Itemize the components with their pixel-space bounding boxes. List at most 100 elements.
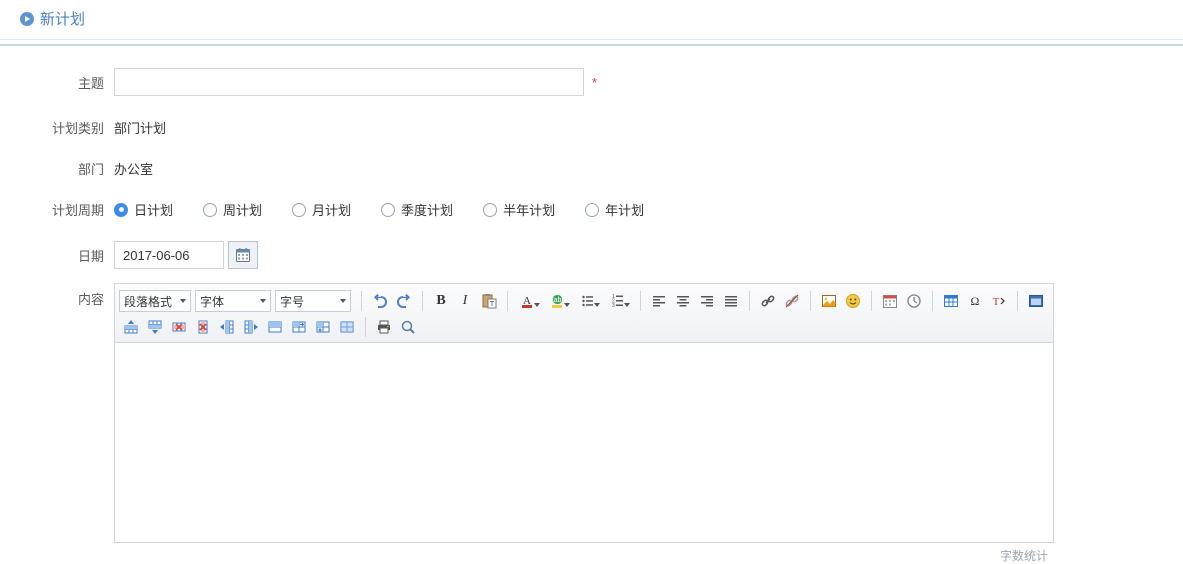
align-left-icon — [651, 293, 667, 309]
special-char-button[interactable]: Ω — [964, 290, 986, 312]
insert-date-button[interactable] — [879, 290, 901, 312]
insert-col-after-icon — [243, 319, 259, 335]
insert-image-button[interactable] — [818, 290, 840, 312]
omega-icon: Ω — [967, 293, 983, 309]
link-button[interactable] — [757, 290, 779, 312]
italic-button[interactable]: I — [454, 290, 476, 312]
period-radio-3[interactable]: 季度计划 — [381, 200, 453, 219]
word-count[interactable]: 字数统计 — [114, 543, 1054, 564]
merge-down-button[interactable] — [312, 316, 334, 338]
calendar-button[interactable] — [228, 241, 258, 269]
row-category: 计划类别 部门计划 — [0, 118, 1183, 137]
source-button[interactable]: T — [988, 290, 1010, 312]
date-input[interactable] — [114, 241, 224, 269]
period-radio-group: 日计划 周计划 月计划 季度计划 半年计划 年计划 — [114, 200, 644, 219]
editor-toolbar: 段落格式 字体 字号 B I T A ab 1 — [114, 283, 1054, 343]
insert-row-after-icon — [147, 319, 163, 335]
highlight-button[interactable]: ab — [545, 290, 573, 312]
separator — [871, 291, 872, 311]
print-button[interactable] — [373, 316, 395, 338]
font-color-icon: A — [521, 293, 537, 309]
table-icon — [943, 293, 959, 309]
radio-label: 半年计划 — [503, 200, 555, 219]
paste-plain-icon: T — [481, 293, 497, 309]
subject-input[interactable] — [114, 68, 584, 96]
radio-icon — [114, 203, 128, 217]
align-center-button[interactable] — [672, 290, 694, 312]
font-color-button[interactable]: A — [515, 290, 543, 312]
print-icon — [376, 319, 392, 335]
format-select[interactable]: 段落格式 — [119, 290, 191, 312]
delete-row-icon — [171, 319, 187, 335]
delete-col-button[interactable] — [192, 316, 214, 338]
insert-col-before-button[interactable] — [216, 316, 238, 338]
insert-col-before-icon — [219, 319, 235, 335]
label-category: 计划类别 — [20, 118, 114, 137]
align-right-button[interactable] — [696, 290, 718, 312]
svg-text:Ω: Ω — [971, 294, 980, 308]
align-left-button[interactable] — [648, 290, 670, 312]
svg-text:T: T — [993, 296, 1000, 308]
link-icon — [760, 293, 776, 309]
label-subject: 主题 — [20, 73, 114, 92]
unlink-button[interactable] — [781, 290, 803, 312]
radio-label: 周计划 — [223, 200, 262, 219]
period-radio-0[interactable]: 日计划 — [114, 200, 173, 219]
separator — [640, 291, 641, 311]
radio-label: 年计划 — [605, 200, 644, 219]
insert-table-button[interactable] — [940, 290, 962, 312]
separator — [422, 291, 423, 311]
redo-button[interactable] — [393, 290, 415, 312]
period-radio-2[interactable]: 月计划 — [292, 200, 351, 219]
insert-col-after-button[interactable] — [240, 316, 262, 338]
bold-button[interactable]: B — [430, 290, 452, 312]
insert-row-after-button[interactable] — [144, 316, 166, 338]
row-department: 部门 办公室 — [0, 159, 1183, 178]
insert-time-button[interactable] — [903, 290, 925, 312]
merge-right-icon — [291, 319, 307, 335]
unordered-list-button[interactable] — [575, 290, 603, 312]
split-cells-icon — [339, 319, 355, 335]
font-family-select[interactable]: 字体 — [195, 290, 271, 312]
svg-text:3: 3 — [612, 303, 615, 309]
emoji-button[interactable] — [842, 290, 864, 312]
fullscreen-button[interactable] — [1025, 290, 1047, 312]
label-content: 内容 — [20, 283, 114, 308]
page-header: 新计划 — [0, 0, 1183, 39]
editor-body[interactable] — [114, 343, 1054, 543]
clock-icon — [906, 293, 922, 309]
delete-row-button[interactable] — [168, 316, 190, 338]
radio-icon — [203, 203, 217, 217]
calendar-icon — [235, 247, 251, 263]
period-radio-5[interactable]: 年计划 — [585, 200, 644, 219]
period-radio-1[interactable]: 周计划 — [203, 200, 262, 219]
row-content: 内容 段落格式 字体 字号 B I T — [0, 283, 1183, 564]
italic-icon: I — [463, 293, 468, 309]
split-cells-button[interactable] — [336, 316, 358, 338]
highlight-icon: ab — [551, 293, 567, 309]
paste-plain-button[interactable]: T — [478, 290, 500, 312]
period-radio-4[interactable]: 半年计划 — [483, 200, 555, 219]
separator — [365, 317, 366, 337]
row-subject: 主题 * — [0, 68, 1183, 96]
source-icon: T — [991, 293, 1007, 309]
separator — [932, 291, 933, 311]
undo-button[interactable] — [369, 290, 391, 312]
label-date: 日期 — [20, 246, 114, 265]
preview-button[interactable] — [397, 316, 419, 338]
font-size-select[interactable]: 字号 — [275, 290, 351, 312]
merge-cells-button[interactable] — [264, 316, 286, 338]
row-period: 计划周期 日计划周计划月计划季度计划半年计划年计划 — [0, 200, 1183, 219]
insert-row-before-button[interactable] — [120, 316, 142, 338]
separator — [507, 291, 508, 311]
redo-icon — [396, 293, 412, 309]
separator — [810, 291, 811, 311]
bold-icon: B — [436, 293, 445, 309]
align-justify-button[interactable] — [720, 290, 742, 312]
merge-right-button[interactable] — [288, 316, 310, 338]
divider — [0, 39, 1183, 40]
date-icon — [882, 293, 898, 309]
image-icon — [821, 293, 837, 309]
required-mark: * — [592, 75, 597, 90]
ordered-list-button[interactable]: 123 — [605, 290, 633, 312]
